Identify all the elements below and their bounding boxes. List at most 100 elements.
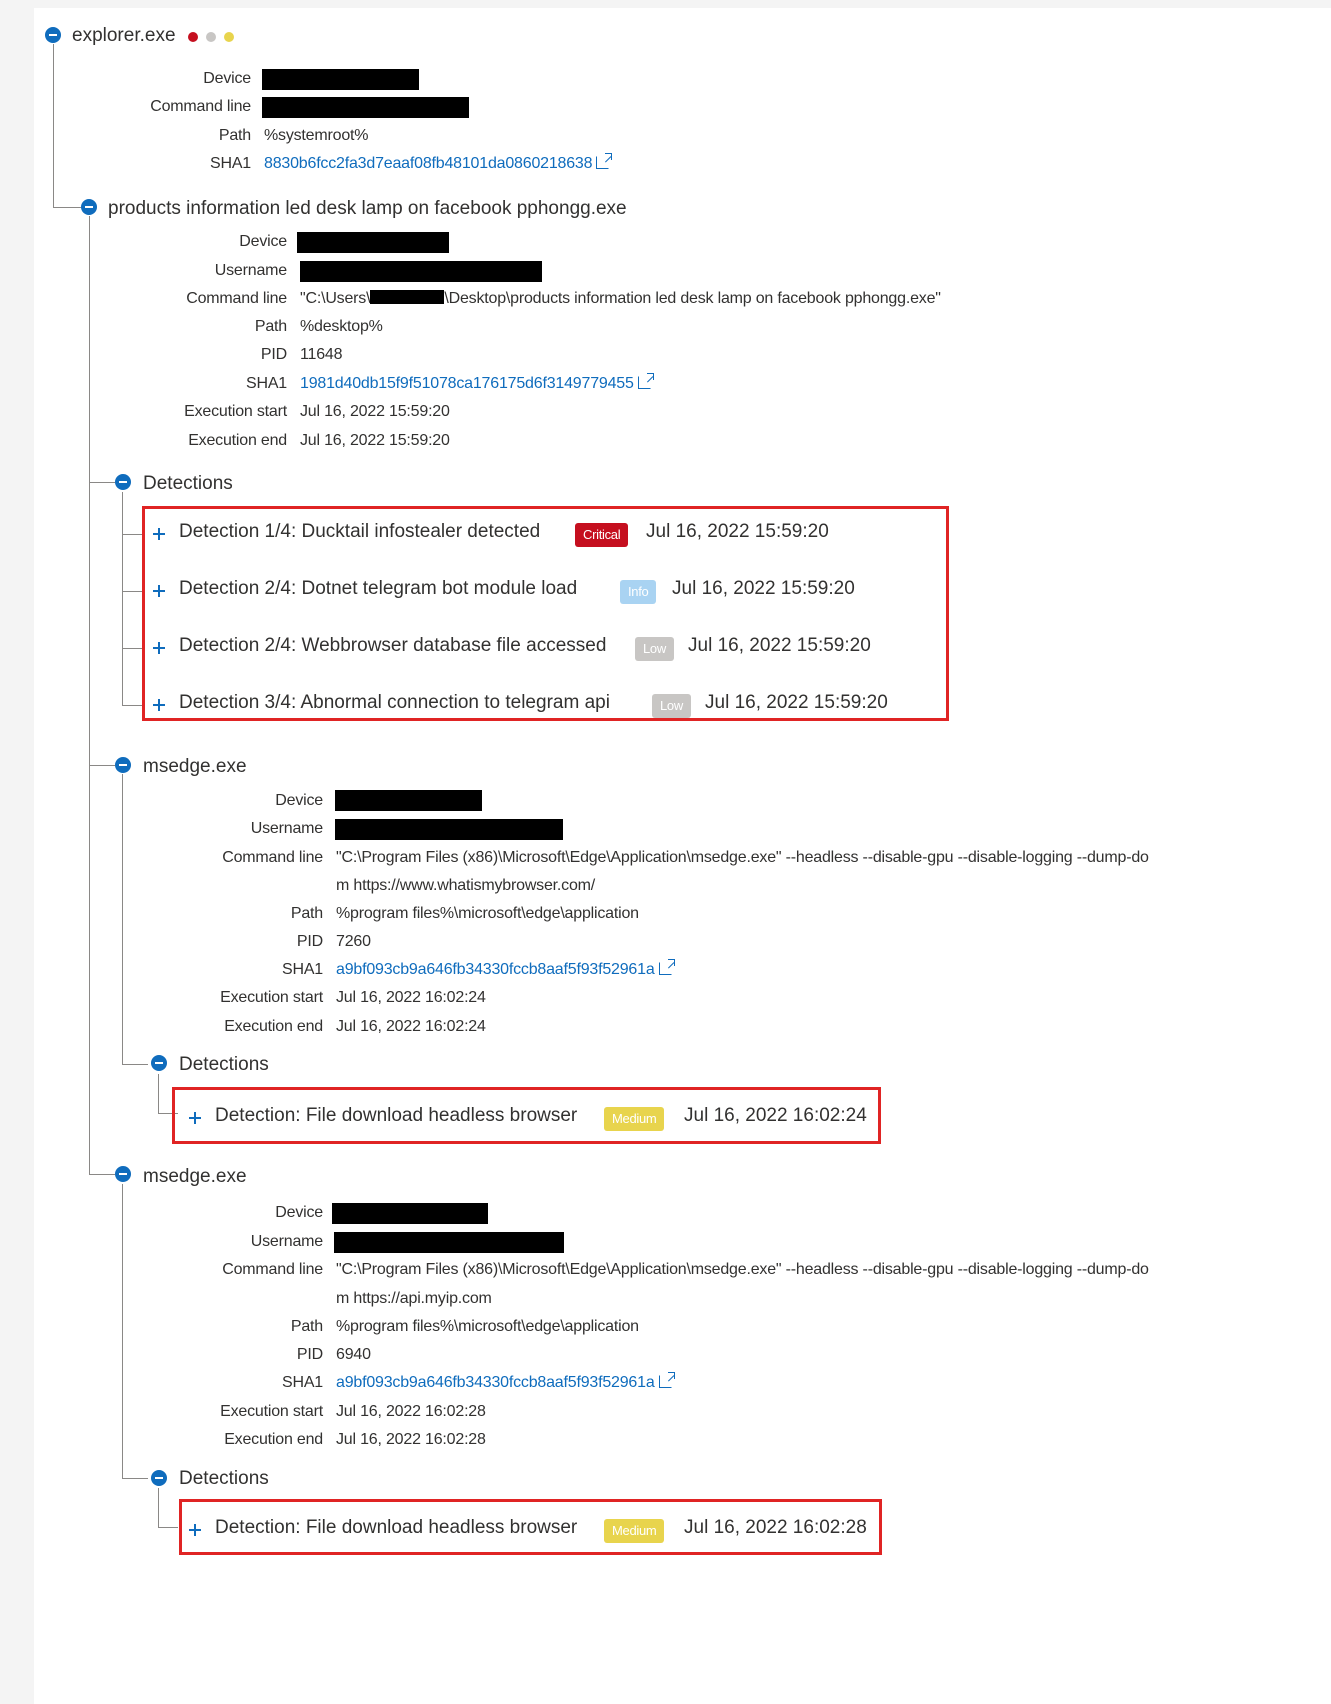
redacted-device [332,1203,488,1224]
execution-start-label: Execution start [220,1403,323,1420]
collapse-icon[interactable] [115,1166,131,1182]
tree-line [122,705,144,706]
expand-icon[interactable] [189,1524,201,1536]
severity-badge: Medium [604,1519,665,1543]
tree-line [158,1527,178,1528]
detection-title[interactable]: Detection 1/4: Ducktail infostealer dete… [179,521,540,543]
sha1-link[interactable]: a9bf093cb9a646fb34330fccb8aaf5f93f52961a [336,961,655,978]
detection-row[interactable]: Detection 2/4: Dotnet telegram bot modul… [153,578,933,606]
tree-line [89,482,115,483]
redacted-username [334,1232,564,1253]
tree-line [89,1174,115,1175]
path-value: %desktop% [300,318,383,335]
tree-line [122,591,144,592]
redacted-device [262,69,419,90]
process-tree-panel: explorer.exe Device Command line Path %s… [34,8,1331,1704]
pid-value: 6940 [336,1346,371,1363]
tree-line [158,1074,159,1114]
pid-label: PID [296,1346,323,1363]
detection-row[interactable]: Detection 3/4: Abnormal connection to te… [153,692,933,720]
execution-end-label: Execution end [224,1018,323,1035]
detection-row[interactable]: Detection: File download headless browse… [189,1105,869,1133]
expand-icon[interactable] [189,1112,201,1124]
severity-badge: Low [635,637,674,661]
detection-title[interactable]: Detection 2/4: Webbrowser database file … [179,635,606,657]
sha1-label: SHA1 [210,155,251,172]
process-name[interactable]: msedge.exe [143,1166,247,1188]
sha1-link[interactable]: a9bf093cb9a646fb34330fccb8aaf5f93f52961a [336,1374,655,1391]
detection-row[interactable]: Detection 2/4: Webbrowser database file … [153,635,933,663]
tree-line [122,774,123,1064]
detection-time: Jul 16, 2022 15:59:20 [672,578,855,599]
redacted-username [300,261,542,282]
expand-icon[interactable] [153,585,165,597]
detection-time: Jul 16, 2022 15:59:20 [688,635,871,656]
external-link-icon[interactable] [658,959,675,975]
external-link-icon[interactable] [658,1372,675,1388]
detection-time: Jul 16, 2022 16:02:28 [684,1517,867,1538]
device-label: Device [203,70,251,87]
execution-start-label: Execution start [184,403,287,420]
process-name[interactable]: products information led desk lamp on fa… [108,198,627,220]
external-link-icon[interactable] [596,153,613,169]
command-line-label: Command line [222,849,323,866]
command-line-label: Command line [186,290,287,307]
device-label: Device [239,233,287,250]
redacted-user-segment [370,290,445,304]
status-dot-gray [206,32,216,42]
detection-title[interactable]: Detection 2/4: Dotnet telegram bot modul… [179,578,577,600]
tree-line [122,1064,148,1065]
sha1-label: SHA1 [246,375,287,392]
tree-line [89,216,90,1174]
severity-badge: Medium [604,1107,665,1131]
collapse-icon[interactable] [151,1470,167,1486]
execution-end-value: Jul 16, 2022 16:02:28 [336,1431,486,1448]
sha1-label: SHA1 [282,961,323,978]
tree-line [89,765,115,766]
detection-title[interactable]: Detection: File download headless browse… [215,1105,577,1127]
path-label: Path [254,318,287,335]
collapse-icon[interactable] [115,757,131,773]
sha1-link[interactable]: 8830b6fcc2fa3d7eaaf08fb48101da0860218638 [264,155,593,172]
tree-line [122,492,123,706]
pid-value: 7260 [336,933,371,950]
external-link-icon[interactable] [637,373,654,389]
detections-heading[interactable]: Detections [179,1468,269,1490]
command-line-value: "C:\Program Files (x86)\Microsoft\Edge\A… [336,1261,1149,1278]
command-line-value-cont: m https://www.whatismybrowser.com/ [336,877,596,894]
collapse-icon[interactable] [45,27,61,43]
sha1-link[interactable]: 1981d40db15f9f51078ca176175d6f3149779455 [300,375,634,392]
execution-end-value: Jul 16, 2022 16:02:24 [336,1018,486,1035]
command-line-label: Command line [150,98,251,115]
tree-line [122,648,144,649]
detections-heading[interactable]: Detections [143,473,233,495]
detection-time: Jul 16, 2022 16:02:24 [684,1105,867,1126]
collapse-icon[interactable] [81,199,97,215]
process-name[interactable]: explorer.exe [72,25,176,47]
execution-start-value: Jul 16, 2022 16:02:28 [336,1403,486,1420]
collapse-icon[interactable] [115,474,131,490]
path-label: Path [218,127,251,144]
expand-icon[interactable] [153,528,165,540]
detection-title[interactable]: Detection: File download headless browse… [215,1517,577,1539]
username-label: Username [250,1233,323,1250]
expand-icon[interactable] [153,642,165,654]
command-line-value: "C:\Users\ \Desktop\products information … [300,290,941,308]
redacted-device [297,232,449,253]
detections-heading[interactable]: Detections [179,1054,269,1076]
path-value: %program files%\microsoft\edge\applicati… [336,1318,639,1335]
execution-end-value: Jul 16, 2022 15:59:20 [300,432,450,449]
status-dot-yellow [224,32,234,42]
tree-line [53,44,54,207]
detection-title[interactable]: Detection 3/4: Abnormal connection to te… [179,692,610,714]
detection-row[interactable]: Detection: File download headless browse… [189,1517,869,1545]
command-line-value-cont: m https://api.myip.com [336,1290,492,1307]
process-name[interactable]: msedge.exe [143,756,247,778]
pid-value: 11648 [300,346,343,363]
detection-row[interactable]: Detection 1/4: Ducktail infostealer dete… [153,521,933,549]
collapse-icon[interactable] [151,1055,167,1071]
status-dot-red [188,32,198,42]
device-label: Device [275,1204,323,1221]
path-label: Path [290,1318,323,1335]
expand-icon[interactable] [153,699,165,711]
